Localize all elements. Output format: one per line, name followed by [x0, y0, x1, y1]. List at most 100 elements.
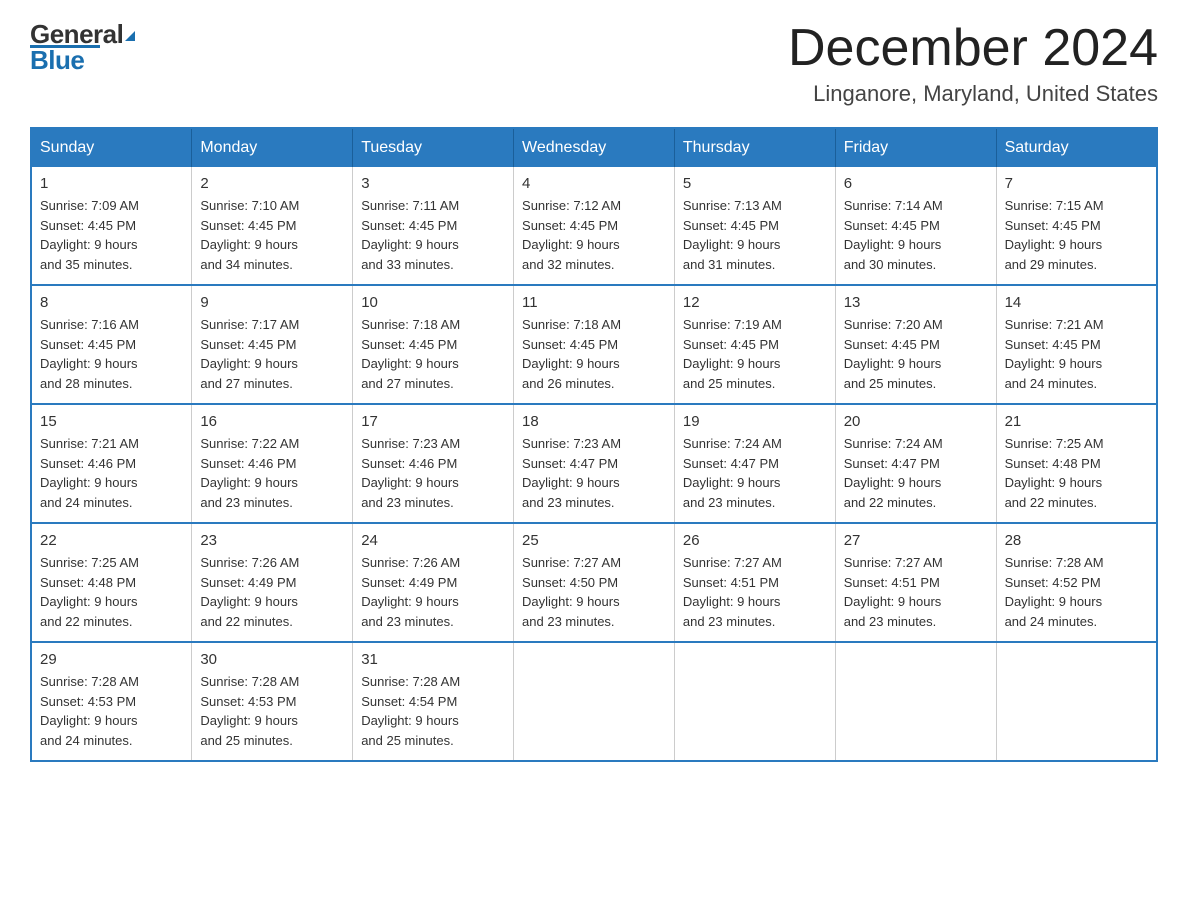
page-header: General Blue December 2024 Linganore, Ma… — [30, 20, 1158, 107]
calendar-header-row: Sunday Monday Tuesday Wednesday Thursday… — [31, 128, 1157, 167]
day-info: Sunrise: 7:21 AM Sunset: 4:45 PM Dayligh… — [1005, 315, 1148, 393]
day-info: Sunrise: 7:24 AM Sunset: 4:47 PM Dayligh… — [683, 434, 827, 512]
col-saturday: Saturday — [996, 128, 1157, 167]
day-number: 27 — [844, 532, 988, 549]
day-number: 2 — [200, 175, 344, 192]
day-number: 20 — [844, 413, 988, 430]
logo-blue: Blue — [30, 46, 84, 75]
table-row: 22 Sunrise: 7:25 AM Sunset: 4:48 PM Dayl… — [31, 523, 192, 642]
day-number: 5 — [683, 175, 827, 192]
day-number: 23 — [200, 532, 344, 549]
day-info: Sunrise: 7:13 AM Sunset: 4:45 PM Dayligh… — [683, 196, 827, 274]
table-row: 6 Sunrise: 7:14 AM Sunset: 4:45 PM Dayli… — [835, 167, 996, 285]
day-info: Sunrise: 7:25 AM Sunset: 4:48 PM Dayligh… — [40, 553, 183, 631]
day-number: 29 — [40, 651, 183, 668]
day-info: Sunrise: 7:25 AM Sunset: 4:48 PM Dayligh… — [1005, 434, 1148, 512]
table-row: 13 Sunrise: 7:20 AM Sunset: 4:45 PM Dayl… — [835, 285, 996, 404]
table-row — [514, 642, 675, 761]
day-number: 13 — [844, 294, 988, 311]
table-row: 2 Sunrise: 7:10 AM Sunset: 4:45 PM Dayli… — [192, 167, 353, 285]
table-row: 20 Sunrise: 7:24 AM Sunset: 4:47 PM Dayl… — [835, 404, 996, 523]
day-number: 16 — [200, 413, 344, 430]
day-info: Sunrise: 7:17 AM Sunset: 4:45 PM Dayligh… — [200, 315, 344, 393]
table-row: 5 Sunrise: 7:13 AM Sunset: 4:45 PM Dayli… — [674, 167, 835, 285]
day-number: 3 — [361, 175, 505, 192]
table-row: 1 Sunrise: 7:09 AM Sunset: 4:45 PM Dayli… — [31, 167, 192, 285]
calendar-week-row: 1 Sunrise: 7:09 AM Sunset: 4:45 PM Dayli… — [31, 167, 1157, 285]
day-number: 19 — [683, 413, 827, 430]
day-number: 1 — [40, 175, 183, 192]
table-row: 16 Sunrise: 7:22 AM Sunset: 4:46 PM Dayl… — [192, 404, 353, 523]
table-row: 10 Sunrise: 7:18 AM Sunset: 4:45 PM Dayl… — [353, 285, 514, 404]
day-info: Sunrise: 7:10 AM Sunset: 4:45 PM Dayligh… — [200, 196, 344, 274]
title-block: December 2024 Linganore, Maryland, Unite… — [788, 20, 1158, 107]
col-friday: Friday — [835, 128, 996, 167]
table-row: 15 Sunrise: 7:21 AM Sunset: 4:46 PM Dayl… — [31, 404, 192, 523]
day-number: 21 — [1005, 413, 1148, 430]
day-number: 14 — [1005, 294, 1148, 311]
table-row: 11 Sunrise: 7:18 AM Sunset: 4:45 PM Dayl… — [514, 285, 675, 404]
col-monday: Monday — [192, 128, 353, 167]
day-number: 7 — [1005, 175, 1148, 192]
table-row: 14 Sunrise: 7:21 AM Sunset: 4:45 PM Dayl… — [996, 285, 1157, 404]
day-info: Sunrise: 7:28 AM Sunset: 4:52 PM Dayligh… — [1005, 553, 1148, 631]
day-info: Sunrise: 7:22 AM Sunset: 4:46 PM Dayligh… — [200, 434, 344, 512]
day-number: 26 — [683, 532, 827, 549]
day-info: Sunrise: 7:15 AM Sunset: 4:45 PM Dayligh… — [1005, 196, 1148, 274]
logo-triangle-icon — [125, 31, 135, 41]
table-row: 24 Sunrise: 7:26 AM Sunset: 4:49 PM Dayl… — [353, 523, 514, 642]
col-tuesday: Tuesday — [353, 128, 514, 167]
table-row: 7 Sunrise: 7:15 AM Sunset: 4:45 PM Dayli… — [996, 167, 1157, 285]
day-number: 12 — [683, 294, 827, 311]
day-number: 8 — [40, 294, 183, 311]
day-info: Sunrise: 7:18 AM Sunset: 4:45 PM Dayligh… — [522, 315, 666, 393]
day-info: Sunrise: 7:20 AM Sunset: 4:45 PM Dayligh… — [844, 315, 988, 393]
day-number: 22 — [40, 532, 183, 549]
day-info: Sunrise: 7:23 AM Sunset: 4:46 PM Dayligh… — [361, 434, 505, 512]
col-thursday: Thursday — [674, 128, 835, 167]
day-number: 6 — [844, 175, 988, 192]
table-row: 8 Sunrise: 7:16 AM Sunset: 4:45 PM Dayli… — [31, 285, 192, 404]
col-wednesday: Wednesday — [514, 128, 675, 167]
calendar-week-row: 15 Sunrise: 7:21 AM Sunset: 4:46 PM Dayl… — [31, 404, 1157, 523]
table-row: 3 Sunrise: 7:11 AM Sunset: 4:45 PM Dayli… — [353, 167, 514, 285]
day-info: Sunrise: 7:23 AM Sunset: 4:47 PM Dayligh… — [522, 434, 666, 512]
day-info: Sunrise: 7:14 AM Sunset: 4:45 PM Dayligh… — [844, 196, 988, 274]
day-number: 30 — [200, 651, 344, 668]
calendar-week-row: 29 Sunrise: 7:28 AM Sunset: 4:53 PM Dayl… — [31, 642, 1157, 761]
day-number: 9 — [200, 294, 344, 311]
table-row: 4 Sunrise: 7:12 AM Sunset: 4:45 PM Dayli… — [514, 167, 675, 285]
day-info: Sunrise: 7:18 AM Sunset: 4:45 PM Dayligh… — [361, 315, 505, 393]
day-info: Sunrise: 7:28 AM Sunset: 4:53 PM Dayligh… — [40, 672, 183, 750]
table-row — [996, 642, 1157, 761]
table-row: 19 Sunrise: 7:24 AM Sunset: 4:47 PM Dayl… — [674, 404, 835, 523]
day-info: Sunrise: 7:24 AM Sunset: 4:47 PM Dayligh… — [844, 434, 988, 512]
day-info: Sunrise: 7:11 AM Sunset: 4:45 PM Dayligh… — [361, 196, 505, 274]
table-row: 18 Sunrise: 7:23 AM Sunset: 4:47 PM Dayl… — [514, 404, 675, 523]
calendar-week-row: 8 Sunrise: 7:16 AM Sunset: 4:45 PM Dayli… — [31, 285, 1157, 404]
table-row: 30 Sunrise: 7:28 AM Sunset: 4:53 PM Dayl… — [192, 642, 353, 761]
table-row: 28 Sunrise: 7:28 AM Sunset: 4:52 PM Dayl… — [996, 523, 1157, 642]
table-row — [835, 642, 996, 761]
table-row: 31 Sunrise: 7:28 AM Sunset: 4:54 PM Dayl… — [353, 642, 514, 761]
day-info: Sunrise: 7:09 AM Sunset: 4:45 PM Dayligh… — [40, 196, 183, 274]
table-row: 21 Sunrise: 7:25 AM Sunset: 4:48 PM Dayl… — [996, 404, 1157, 523]
day-number: 10 — [361, 294, 505, 311]
table-row: 29 Sunrise: 7:28 AM Sunset: 4:53 PM Dayl… — [31, 642, 192, 761]
day-number: 4 — [522, 175, 666, 192]
day-info: Sunrise: 7:28 AM Sunset: 4:53 PM Dayligh… — [200, 672, 344, 750]
day-info: Sunrise: 7:27 AM Sunset: 4:51 PM Dayligh… — [844, 553, 988, 631]
table-row: 17 Sunrise: 7:23 AM Sunset: 4:46 PM Dayl… — [353, 404, 514, 523]
day-number: 18 — [522, 413, 666, 430]
day-info: Sunrise: 7:12 AM Sunset: 4:45 PM Dayligh… — [522, 196, 666, 274]
table-row — [674, 642, 835, 761]
day-number: 31 — [361, 651, 505, 668]
day-info: Sunrise: 7:21 AM Sunset: 4:46 PM Dayligh… — [40, 434, 183, 512]
day-info: Sunrise: 7:16 AM Sunset: 4:45 PM Dayligh… — [40, 315, 183, 393]
calendar-table: Sunday Monday Tuesday Wednesday Thursday… — [30, 127, 1158, 762]
location-title: Linganore, Maryland, United States — [788, 81, 1158, 107]
table-row: 23 Sunrise: 7:26 AM Sunset: 4:49 PM Dayl… — [192, 523, 353, 642]
day-info: Sunrise: 7:26 AM Sunset: 4:49 PM Dayligh… — [200, 553, 344, 631]
day-number: 17 — [361, 413, 505, 430]
table-row: 26 Sunrise: 7:27 AM Sunset: 4:51 PM Dayl… — [674, 523, 835, 642]
